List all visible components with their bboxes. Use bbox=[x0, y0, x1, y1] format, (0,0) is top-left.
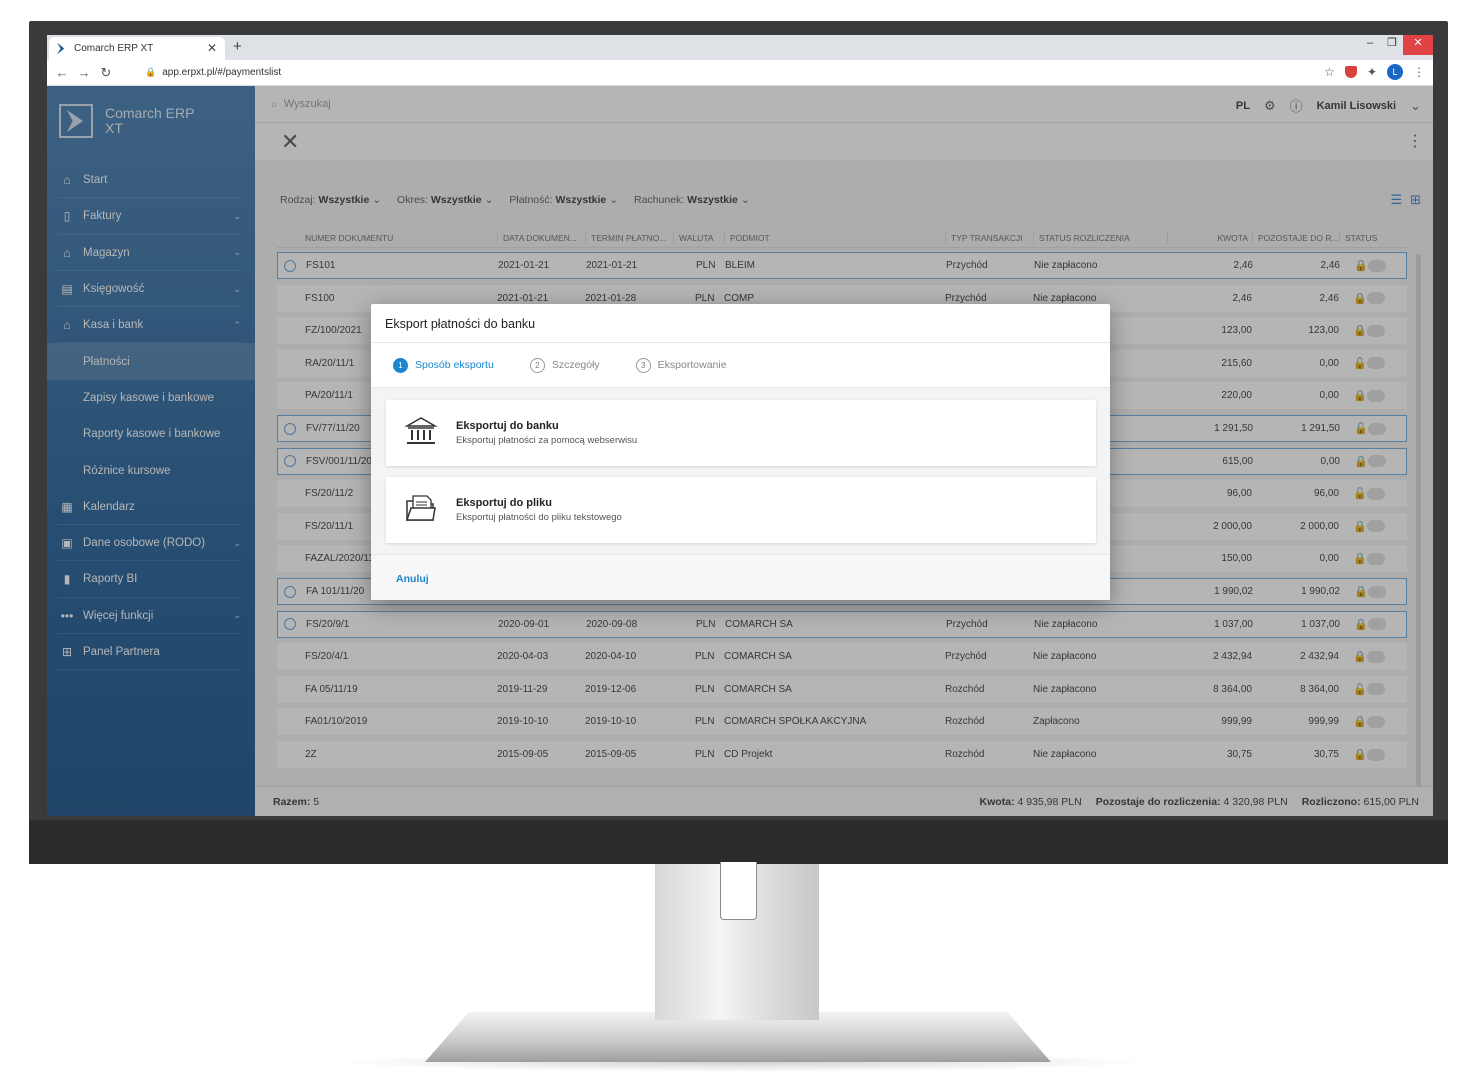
url-text: app.erpxt.pl/#/paymentslist bbox=[162, 67, 282, 78]
option-text: Eksportuj do banku Eksportuj płatności z… bbox=[456, 420, 637, 446]
tab-close-icon[interactable]: ✕ bbox=[207, 41, 217, 55]
new-tab-icon[interactable]: + bbox=[233, 38, 242, 55]
padlock-icon: 🔒 bbox=[145, 67, 157, 77]
window-controls: – ❐ ✕ bbox=[1359, 35, 1433, 55]
export-options: Eksportuj do banku Eksportuj płatności z… bbox=[371, 388, 1110, 554]
monitor-chin bbox=[29, 820, 1448, 864]
folder-document-icon bbox=[386, 493, 456, 528]
profile-avatar[interactable]: L bbox=[1387, 64, 1403, 80]
dialog-footer: Anuluj bbox=[371, 554, 1110, 600]
comarch-logo-icon bbox=[57, 42, 65, 55]
step-label: Eksportowanie bbox=[657, 359, 727, 371]
tab-title: Comarch ERP XT bbox=[74, 43, 154, 54]
step-number: 1 bbox=[393, 357, 408, 373]
export-to-bank-option[interactable]: Eksportuj do banku Eksportuj płatności z… bbox=[386, 400, 1096, 466]
option-title: Eksportuj do pliku bbox=[456, 497, 552, 509]
app: Comarch ERP XT ⌂ Start ▯ Faktury ⌄ ⌂ Magazyn… bbox=[47, 86, 1433, 816]
minimize-icon[interactable]: – bbox=[1359, 35, 1381, 55]
url-field[interactable]: 🔒 app.erpxt.pl/#/paymentslist bbox=[131, 67, 281, 78]
step-eksportowanie[interactable]: 3 Eksportowanie bbox=[635, 357, 727, 373]
export-to-file-option[interactable]: Eksportuj do pliku Eksportuj płatności d… bbox=[386, 477, 1096, 543]
option-title: Eksportuj do banku bbox=[456, 420, 559, 432]
step-label: Sposób eksportu bbox=[415, 359, 494, 371]
option-text: Eksportuj do pliku Eksportuj płatności d… bbox=[456, 497, 622, 523]
bookmark-star-icon[interactable]: ☆ bbox=[1324, 65, 1335, 79]
step-label: Szczegóły bbox=[551, 359, 600, 371]
step-szczegoly[interactable]: 2 Szczegóły bbox=[529, 357, 600, 373]
dialog-title: Eksport płatności do banku bbox=[385, 317, 536, 331]
forward-icon[interactable]: → bbox=[73, 65, 95, 80]
export-dialog: Eksport płatności do banku 1 Sposób ekspo… bbox=[371, 304, 1110, 600]
address-bar: ← → ↻ 🔒 app.erpxt.pl/#/paymentslist ☆ ✦ L… bbox=[47, 60, 1433, 86]
window-close-icon[interactable]: ✕ bbox=[1403, 35, 1433, 55]
reload-icon[interactable]: ↻ bbox=[95, 65, 117, 81]
maximize-icon[interactable]: ❐ bbox=[1381, 35, 1403, 55]
wizard-steps: 1 Sposób eksportu 2 Szczegóły 3 Eksportowan… bbox=[371, 342, 1110, 388]
browser-menu-icon[interactable]: ⋮ bbox=[1413, 65, 1425, 79]
step-number: 2 bbox=[529, 357, 545, 373]
stand-cable-hole bbox=[720, 862, 757, 920]
bank-building-icon bbox=[386, 416, 456, 451]
cancel-button[interactable]: Anuluj bbox=[396, 573, 429, 585]
option-description: Eksportuj płatności za pomocą webserwisu bbox=[456, 435, 638, 446]
back-icon[interactable]: ← bbox=[51, 65, 73, 80]
browser-tab[interactable]: Comarch ERP XT ✕ bbox=[49, 37, 225, 60]
browser-tabbar: Comarch ERP XT ✕ + – ❐ ✕ bbox=[47, 35, 1433, 60]
screen: Comarch ERP XT ✕ + – ❐ ✕ ← → ↻ 🔒 app.erpx… bbox=[47, 35, 1433, 816]
browser-actions: ☆ ✦ L ⋮ bbox=[1324, 64, 1425, 80]
step-number: 3 bbox=[635, 357, 651, 373]
shield-extension-icon[interactable] bbox=[1344, 66, 1357, 78]
option-description: Eksportuj płatności do pliku tekstowego bbox=[456, 512, 622, 523]
step-sposob-eksportu[interactable]: 1 Sposób eksportu bbox=[393, 357, 494, 373]
puzzle-extension-icon[interactable]: ✦ bbox=[1367, 65, 1377, 79]
